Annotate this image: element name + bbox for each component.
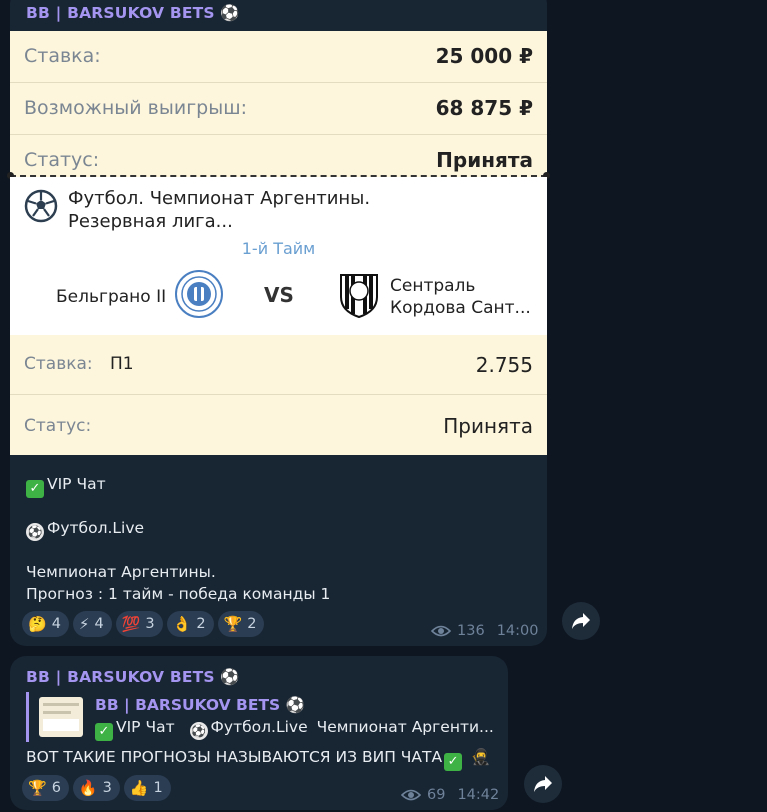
forward-button[interactable]: [562, 602, 600, 640]
win-value: 68 875 ₽: [435, 96, 533, 120]
reactions-bar: 🏆 6 🔥 3 👍 1: [22, 775, 171, 801]
pick-label: Ставка:: [24, 354, 93, 374]
forward-button[interactable]: [524, 765, 562, 803]
pick-value: П1: [110, 354, 134, 374]
league-line-1: Футбол. Чемпионат Аргентины.: [68, 188, 371, 209]
team1-logo: [175, 270, 223, 318]
reaction-thinking[interactable]: 🤔 4: [22, 611, 69, 637]
football-line: ⚽ Футбол.Live: [26, 519, 145, 541]
reaction-lightning[interactable]: ⚡ 4: [72, 611, 112, 637]
pick-row: Ставка: П1 2.755: [10, 335, 547, 395]
vip-line: ✓ VIP Чат: [26, 475, 106, 498]
eye-icon: [431, 625, 451, 637]
reaction-hundred[interactable]: 💯 3: [115, 611, 163, 637]
reply-preview[interactable]: BB | BARSUKOV BETS ⚽ ✓ VIP Чат ⚽ Футбол.Li…: [26, 692, 499, 742]
message-meta: 69 14:42: [401, 787, 499, 803]
championship-line: Чемпионат Аргентины.: [26, 563, 216, 581]
status2-label: Статус:: [24, 416, 92, 436]
message-text: ВОТ ТАКИЕ ПРОГНОЗЫ НАЗЫВАЮТСЯ ИЗ ВИП ЧАТ…: [26, 748, 491, 771]
soccer-ball-icon: ⚽: [214, 668, 240, 686]
reply-text: ✓ VIP Чат ⚽ Футбол.Live Чемпионат Аргенти.…: [95, 718, 494, 741]
reaction-trophy[interactable]: 🏆 6: [22, 775, 69, 801]
soccer-ball-icon: ⚽: [26, 523, 44, 541]
soccer-ball-icon: ⚽: [189, 722, 208, 740]
sender-name[interactable]: BB | BARSUKOV BETS ⚽: [26, 4, 240, 22]
stake-value: 25 000 ₽: [435, 44, 533, 68]
message-bubble-2[interactable]: BB | BARSUKOV BETS ⚽ BB | BARSUKOV BETS …: [10, 656, 508, 810]
eye-icon: [401, 789, 421, 801]
match-panel: Футбол. Чемпионат Аргентины. Резервная л…: [10, 177, 547, 335]
message-time: 14:42: [457, 787, 500, 803]
status-value: Принята: [436, 148, 533, 172]
checkmark-icon: ✓: [444, 753, 463, 771]
message-meta: 136 14:00: [431, 623, 538, 639]
versus-label: VS: [264, 283, 294, 307]
soccer-ball-icon: ⚽: [214, 4, 240, 22]
team2-name: Сентраль Кордова Сант...: [390, 275, 531, 319]
team1-name: Бельграно II: [56, 287, 167, 307]
forecast-line: Прогноз : 1 тайм - победа команды 1: [26, 585, 331, 603]
stake-row: Ставка: 25 000 ₽: [10, 31, 547, 83]
reaction-thumbs-up[interactable]: 👍 1: [123, 775, 171, 801]
stake-label: Ставка:: [24, 45, 101, 67]
reaction-fire[interactable]: 🔥 3: [72, 775, 120, 801]
share-arrow-icon: [534, 776, 552, 792]
odds-value: 2.755: [475, 353, 533, 377]
pick-panel: Ставка: П1 2.755 Статус: Принята: [10, 335, 547, 455]
reply-sender: BB | BARSUKOV BETS ⚽: [95, 696, 305, 714]
views-count: 69: [427, 787, 446, 803]
team2-line-2: Кордова Сант...: [390, 298, 531, 318]
reply-thumbnail: [39, 697, 83, 737]
win-row: Возможный выигрыш: 68 875 ₽: [10, 83, 547, 135]
reactions-bar: 🤔 4 ⚡ 4 💯 3 👌 2 🏆 2: [22, 611, 265, 637]
league-title: Футбол. Чемпионат Аргентины. Резервная л…: [68, 187, 370, 233]
checkmark-icon: ✓: [26, 480, 44, 498]
ninja-icon: 🥷: [471, 748, 491, 766]
reaction-ok-hand[interactable]: 👌 2: [166, 611, 214, 637]
win-label: Возможный выигрыш:: [24, 97, 248, 119]
status2-value: Принята: [443, 414, 533, 438]
team2-logo: [340, 274, 378, 319]
checkmark-icon: ✓: [95, 723, 113, 741]
status-label: Статус:: [24, 149, 100, 171]
message-time: 14:00: [496, 623, 539, 639]
soccer-ball-icon: ⚽: [280, 696, 305, 714]
period-label: 1-й Тайм: [241, 239, 316, 258]
views-count: 136: [457, 623, 485, 639]
sender-name[interactable]: BB | BARSUKOV BETS ⚽: [26, 668, 240, 686]
team2-line-1: Сентраль: [390, 276, 476, 296]
reaction-trophy[interactable]: 🏆 2: [217, 611, 265, 637]
message-bubble-1[interactable]: BB | BARSUKOV BETS ⚽ Ставка: 25 000 ₽ Во…: [7, 0, 550, 646]
share-arrow-icon: [572, 613, 590, 629]
status2-row: Статус: Принята: [10, 395, 547, 455]
league-line-2: Резервная лига...: [68, 211, 233, 232]
soccer-ball-icon: [24, 189, 58, 223]
